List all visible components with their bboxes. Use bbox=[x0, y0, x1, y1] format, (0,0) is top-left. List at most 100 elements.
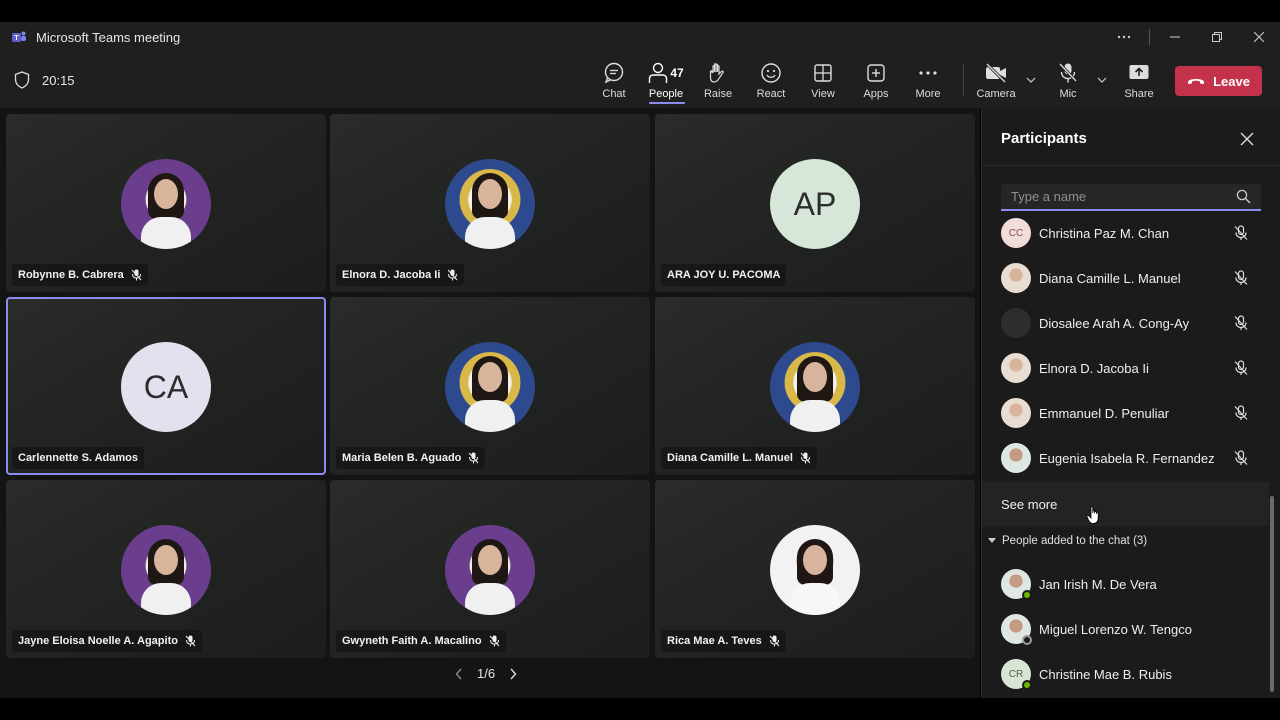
share-button[interactable]: Share bbox=[1113, 61, 1165, 100]
mic-off-icon bbox=[1234, 450, 1248, 465]
react-label: React bbox=[756, 88, 786, 100]
tile-name-chip: Rica Mae A. Teves bbox=[661, 630, 786, 652]
mic-options-chevron[interactable] bbox=[1095, 70, 1109, 90]
camera-options-chevron[interactable] bbox=[1024, 70, 1038, 90]
tile-name-chip: Maria Belen B. Aguado bbox=[336, 447, 486, 469]
participant-row[interactable]: Miguel Lorenzo W. Tengco bbox=[1001, 611, 1261, 647]
tile-name: Rica Mae A. Teves bbox=[667, 635, 762, 647]
participant-row[interactable]: CR Christine Mae B. Rubis bbox=[1001, 656, 1261, 692]
participant-row[interactable]: Emmanuel D. Penuliar bbox=[1001, 395, 1261, 431]
panel-scrollbar[interactable] bbox=[1270, 496, 1274, 692]
close-icon[interactable] bbox=[1238, 130, 1256, 148]
participant-row[interactable]: Eugenia Isabela R. Fernandez bbox=[1001, 440, 1261, 476]
window-controls-divider bbox=[1149, 29, 1150, 45]
mic-off-icon bbox=[185, 635, 196, 647]
mic-off-icon bbox=[800, 452, 811, 464]
meeting-timer: 20:15 bbox=[42, 72, 75, 88]
mic-off-icon bbox=[1234, 225, 1248, 240]
restore-button[interactable] bbox=[1196, 22, 1238, 52]
participant-name: Diosalee Arah A. Cong-Ay bbox=[1039, 315, 1190, 331]
video-tile[interactable]: Jayne Eloisa Noelle A. Agapito bbox=[6, 480, 326, 658]
participant-name: Christine Mae B. Rubis bbox=[1039, 666, 1172, 682]
video-tile[interactable]: Gwyneth Faith A. Macalino bbox=[330, 480, 650, 658]
letterbox-bottom bbox=[0, 698, 1280, 720]
participant-row[interactable]: Jan Irish M. De Vera bbox=[1001, 566, 1261, 602]
video-tile[interactable]: Robynne B. Cabrera bbox=[6, 114, 326, 292]
chevron-down-icon bbox=[1097, 77, 1107, 83]
available-status-icon bbox=[1022, 590, 1032, 600]
avatar-initials: CR bbox=[1008, 668, 1024, 680]
see-more-label: See more bbox=[1001, 496, 1058, 512]
camera-label: Camera bbox=[976, 88, 1016, 100]
participant-name: Jan Irish M. De Vera bbox=[1039, 576, 1157, 592]
react-button[interactable]: React bbox=[745, 61, 797, 100]
participant-row[interactable]: Diana Camille L. Manuel bbox=[1001, 260, 1261, 296]
people-icon bbox=[649, 62, 668, 83]
added-to-chat-header[interactable]: People added to the chat (3) bbox=[988, 535, 1147, 547]
participant-row[interactable]: CC Christina Paz M. Chan bbox=[1001, 215, 1261, 251]
mic-off-icon bbox=[469, 452, 479, 464]
people-button[interactable]: 47 People bbox=[640, 61, 692, 100]
avatar bbox=[1001, 308, 1031, 338]
chat-icon bbox=[604, 62, 624, 84]
see-more-button[interactable]: See more bbox=[982, 482, 1269, 526]
search-icon[interactable] bbox=[1236, 189, 1251, 204]
tile-name-chip: Robynne B. Cabrera bbox=[12, 264, 148, 286]
chevron-right-icon[interactable] bbox=[509, 668, 517, 680]
video-tile[interactable]: Maria Belen B. Aguado bbox=[330, 297, 650, 475]
camera-button[interactable]: Camera bbox=[970, 61, 1022, 100]
avatar: CR bbox=[1001, 659, 1032, 690]
participant-search bbox=[1001, 184, 1261, 211]
mic-off-icon bbox=[1234, 270, 1248, 285]
restore-icon bbox=[1212, 32, 1222, 42]
participant-photo bbox=[121, 159, 211, 249]
minimize-icon bbox=[1170, 36, 1180, 38]
camera-off-icon bbox=[985, 63, 1007, 83]
participant-name: Diana Camille L. Manuel bbox=[1039, 270, 1181, 286]
video-tile[interactable]: AP ARA JOY U. PACOMA bbox=[655, 114, 975, 292]
ellipsis-icon bbox=[919, 71, 937, 75]
avatar bbox=[1001, 443, 1031, 473]
chevron-left-icon[interactable] bbox=[455, 668, 463, 680]
tile-name: Gwyneth Faith A. Macalino bbox=[342, 635, 482, 647]
raise-label: Raise bbox=[703, 88, 733, 100]
more-options-button[interactable] bbox=[1103, 22, 1145, 52]
view-button[interactable]: View bbox=[797, 61, 849, 100]
search-input[interactable] bbox=[1011, 189, 1226, 204]
video-tile[interactable]: Elnora D. Jacoba Ii bbox=[330, 114, 650, 292]
mic-off-icon bbox=[769, 635, 780, 647]
available-status-icon bbox=[1022, 680, 1032, 690]
apps-label: Apps bbox=[863, 88, 889, 100]
avatar bbox=[1001, 353, 1031, 383]
minimize-button[interactable] bbox=[1154, 22, 1196, 52]
more-actions-button[interactable]: More bbox=[902, 61, 954, 100]
tile-name: Diana Camille L. Manuel bbox=[667, 452, 793, 464]
video-tile[interactable]: Rica Mae A. Teves bbox=[655, 480, 975, 658]
raise-hand-icon bbox=[709, 63, 724, 83]
participant-row[interactable]: Elnora D. Jacoba Ii bbox=[1001, 350, 1261, 386]
video-tile-active-speaker[interactable]: CA Carlennette S. Adamos bbox=[6, 297, 326, 475]
mic-off-icon bbox=[1058, 62, 1078, 83]
toolbar-divider bbox=[963, 64, 964, 96]
participant-photo bbox=[445, 525, 535, 615]
video-tile[interactable]: Diana Camille L. Manuel bbox=[655, 297, 975, 475]
grid-view-icon bbox=[814, 64, 832, 82]
mouse-pointer-hand-icon bbox=[1086, 506, 1099, 524]
tile-name: Carlennette S. Adamos bbox=[18, 452, 139, 464]
participant-row[interactable]: Diosalee Arah A. Cong-Ay bbox=[1001, 305, 1261, 341]
leave-button[interactable]: Leave bbox=[1175, 66, 1262, 96]
people-label: People bbox=[648, 88, 684, 100]
ellipsis-icon bbox=[1117, 35, 1131, 39]
participant-photo bbox=[445, 342, 535, 432]
view-label: View bbox=[811, 88, 835, 100]
mic-button[interactable]: Mic bbox=[1042, 61, 1094, 100]
tile-name-chip: Diana Camille L. Manuel bbox=[661, 447, 817, 469]
chevron-down-icon bbox=[1026, 77, 1036, 83]
raise-hand-button[interactable]: Raise bbox=[692, 61, 744, 100]
close-window-button[interactable] bbox=[1238, 22, 1280, 52]
mic-off-icon bbox=[1234, 360, 1248, 375]
chat-button[interactable]: Chat bbox=[588, 61, 640, 100]
svg-text:T: T bbox=[14, 35, 19, 42]
apps-button[interactable]: Apps bbox=[850, 61, 902, 100]
mic-off-icon bbox=[448, 269, 458, 281]
